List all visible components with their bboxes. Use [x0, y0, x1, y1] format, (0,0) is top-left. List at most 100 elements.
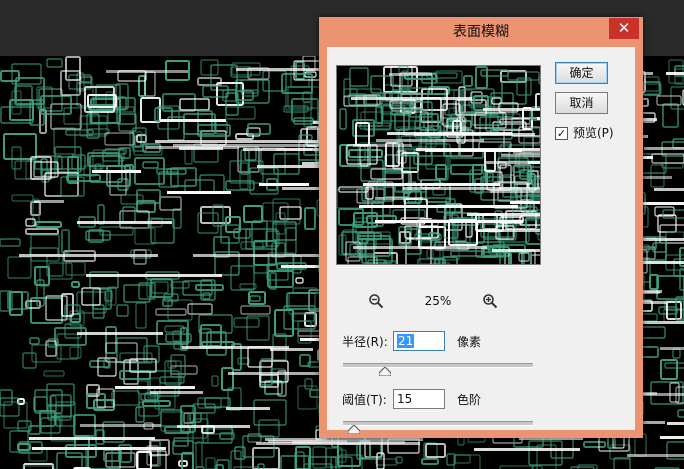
texture-cell [349, 67, 369, 87]
texture-highlight [80, 424, 161, 427]
preview-checkbox[interactable]: ✓ 预览(P) [555, 125, 614, 141]
texture-cell [204, 397, 231, 408]
texture-cell [233, 228, 251, 239]
threshold-slider[interactable] [343, 421, 533, 426]
zoom-controls: 25% [327, 293, 551, 311]
texture-highlight [115, 386, 195, 389]
texture-cell [285, 227, 297, 255]
texture-cell [260, 147, 286, 175]
dialog-title[interactable]: 表面模糊 [319, 17, 643, 47]
texture-highlight [483, 108, 540, 111]
texture-cell [116, 304, 129, 317]
texture-highlight [490, 190, 540, 193]
texture-highlight [363, 183, 500, 186]
zoom-out-icon[interactable] [368, 293, 384, 309]
texture-highlight [660, 436, 684, 439]
texture-cell [346, 144, 378, 165]
texture-highlight [510, 201, 540, 204]
texture-highlight [486, 161, 540, 164]
texture-highlight [654, 188, 684, 191]
radius-label: 半径(R): [342, 335, 388, 349]
texture-cell [221, 367, 234, 391]
texture-cell [22, 352, 37, 369]
texture-cell [295, 277, 304, 284]
texture-highlight [476, 229, 540, 232]
radius-slider-thumb[interactable] [378, 367, 391, 376]
texture-cell [677, 409, 684, 418]
texture-highlight [375, 197, 423, 200]
texture-cell [222, 89, 238, 102]
texture-cell [248, 291, 266, 305]
texture-cell [202, 85, 229, 98]
texture-cell [122, 206, 136, 223]
texture-cell [111, 390, 140, 406]
texture-cell [421, 458, 439, 465]
texture-cell [225, 106, 256, 120]
texture-cell [25, 228, 59, 235]
texture-highlight [92, 170, 141, 173]
texture-highlight [268, 440, 347, 443]
texture-cell [167, 360, 177, 369]
cancel-button[interactable]: 取消 [555, 92, 608, 114]
texture-cell [304, 207, 316, 230]
texture-cell [46, 58, 63, 68]
texture-cell [150, 440, 161, 467]
texture-highlight [226, 407, 270, 410]
texture-highlight [667, 422, 684, 425]
threshold-input[interactable]: 15 [393, 389, 445, 409]
texture-cell [0, 397, 20, 417]
surface-blur-dialog: 表面模糊 ✕ 确定 取消 ✓ 预览(P) 25% 半径(R): 21 像素 阈值… [319, 17, 643, 438]
texture-cell [665, 231, 684, 240]
radius-unit: 像素 [457, 335, 482, 349]
texture-highlight [259, 183, 309, 186]
radius-slider[interactable] [343, 363, 533, 368]
texture-highlight [414, 133, 535, 136]
texture-cell [199, 174, 225, 193]
texture-highlight [167, 191, 231, 194]
ok-button[interactable]: 确定 [555, 62, 608, 84]
texture-cell [613, 457, 631, 469]
zoom-in-icon[interactable] [482, 293, 498, 309]
texture-cell [67, 156, 79, 184]
texture-cell [105, 326, 117, 354]
texture-cell [69, 346, 82, 359]
texture-cell [583, 441, 606, 448]
texture-cell [435, 164, 447, 180]
texture-cell [80, 76, 93, 83]
texture-cell [29, 337, 40, 345]
texture-highlight [353, 246, 487, 249]
texture-cell [375, 106, 383, 124]
texture-cell [200, 59, 219, 76]
checkbox-box[interactable]: ✓ [555, 126, 568, 140]
texture-highlight [276, 148, 312, 151]
radius-input[interactable]: 21 [393, 331, 445, 351]
photoshop-workspace: 表面模糊 ✕ 确定 取消 ✓ 预览(P) 25% 半径(R): 21 像素 阈值… [0, 0, 684, 469]
texture-cell [360, 159, 384, 182]
preview-checkbox-label: 预览(P) [573, 126, 614, 140]
texture-highlight [173, 144, 336, 147]
texture-cell [465, 220, 473, 238]
texture-highlight [403, 187, 540, 190]
texture-highlight [106, 70, 188, 73]
texture-highlight [537, 117, 540, 120]
threshold-slider-thumb[interactable] [348, 425, 361, 434]
texture-cell [140, 97, 161, 123]
close-button[interactable]: ✕ [609, 18, 639, 39]
texture-cell [246, 315, 270, 341]
texture-highlight [416, 148, 540, 151]
texture-highlight [353, 144, 412, 147]
texture-cell [142, 161, 159, 169]
preview-pane[interactable] [336, 65, 541, 265]
texture-cell [155, 308, 187, 316]
texture-cell [85, 447, 113, 469]
texture-cell [134, 227, 156, 245]
texture-cell [48, 262, 73, 280]
preview-image [337, 66, 540, 264]
texture-highlight [359, 205, 518, 208]
texture-cell [664, 362, 684, 369]
dialog-body: 确定 取消 ✓ 预览(P) 25% 半径(R): 21 像素 阈值(T): 15… [327, 47, 635, 434]
texture-cell [81, 287, 101, 306]
texture-cell [173, 437, 189, 447]
texture-cell [304, 378, 313, 390]
texture-highlight [160, 119, 226, 122]
